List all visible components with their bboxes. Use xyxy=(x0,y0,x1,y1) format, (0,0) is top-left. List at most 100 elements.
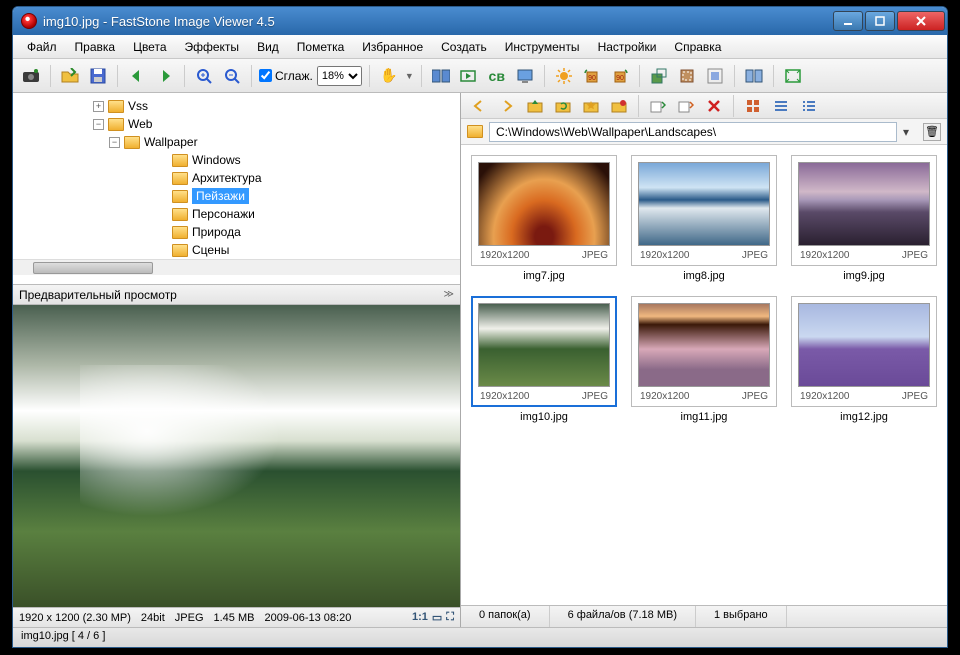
rotate-left-icon[interactable]: 90 xyxy=(580,64,604,88)
brightness-icon[interactable] xyxy=(552,64,576,88)
tree-scrollbar[interactable] xyxy=(13,259,460,275)
zoom-in-icon[interactable] xyxy=(192,64,216,88)
folder-icon xyxy=(172,208,188,221)
nav-back-icon[interactable] xyxy=(467,94,491,118)
tree-item[interactable]: −Web xyxy=(85,115,460,133)
rotate-right-icon[interactable]: 90 xyxy=(608,64,632,88)
info-dims: 1920 x 1200 (2.30 MP) xyxy=(19,612,131,624)
preview-header: Предварительный просмотр ≫ xyxy=(13,285,460,305)
slideshow-icon[interactable] xyxy=(457,64,481,88)
nav-fav-icon[interactable] xyxy=(579,94,603,118)
close-button[interactable] xyxy=(897,11,945,31)
thumb-item[interactable]: 1920x1200JPEGimg9.jpg xyxy=(789,155,939,282)
path-folder-icon xyxy=(467,125,483,138)
thumb-image xyxy=(638,303,770,387)
app-window: img10.jpg - FastStone Image Viewer 4.5 Ф… xyxy=(12,6,948,648)
nav-forward-icon[interactable] xyxy=(495,94,519,118)
nav-up-icon[interactable] xyxy=(523,94,547,118)
tree-label: Windows xyxy=(192,153,241,167)
menu-пометка[interactable]: Пометка xyxy=(289,37,353,57)
menu-создать[interactable]: Создать xyxy=(433,37,495,57)
tree-item[interactable]: Windows xyxy=(149,151,460,169)
recycle-icon[interactable]: 🗑 xyxy=(923,123,941,141)
open-icon[interactable] xyxy=(58,64,82,88)
right-status-bar: 0 папок(а) 6 файла/ов (7.18 MB) 1 выбран… xyxy=(461,605,947,627)
resize-icon[interactable] xyxy=(647,64,671,88)
thumb-item[interactable]: 1920x1200JPEGimg10.jpg xyxy=(469,296,619,423)
move-to-icon[interactable] xyxy=(674,94,698,118)
thumb-item[interactable]: 1920x1200JPEGimg12.jpg xyxy=(789,296,939,423)
thumb-item[interactable]: 1920x1200JPEGimg11.jpg xyxy=(629,296,779,423)
save-icon[interactable] xyxy=(86,64,110,88)
view-thumbs-icon[interactable] xyxy=(741,94,765,118)
tree-item[interactable]: Персонажи xyxy=(149,205,460,223)
view-details-icon[interactable] xyxy=(769,94,793,118)
tree-item[interactable]: Природа xyxy=(149,223,460,241)
nav-refresh-icon[interactable] xyxy=(551,94,575,118)
menu-избранное[interactable]: Избранное xyxy=(354,37,431,57)
menu-справка[interactable]: Справка xyxy=(666,37,729,57)
thumb-item[interactable]: 1920x1200JPEGimg8.jpg xyxy=(629,155,779,282)
folder-icon xyxy=(108,100,124,113)
screen-icon[interactable] xyxy=(513,64,537,88)
tree-item[interactable]: +Vss xyxy=(85,97,460,115)
path-input[interactable]: C:\Windows\Web\Wallpaper\Landscapes\ xyxy=(489,122,897,142)
tree-item[interactable]: Архитектура xyxy=(149,169,460,187)
page-icon[interactable]: ▭ xyxy=(432,611,442,624)
thumb-filename: img10.jpg xyxy=(520,411,568,423)
zoom-select[interactable]: 18% xyxy=(317,66,362,86)
tree-item[interactable]: Пейзажи xyxy=(149,187,460,205)
folder-icon xyxy=(172,190,188,203)
crop-icon[interactable] xyxy=(675,64,699,88)
tree-label: Природа xyxy=(192,225,241,239)
thumb-fmt: JPEG xyxy=(742,250,768,261)
nav-newfolder-icon[interactable] xyxy=(607,94,631,118)
smooth-checkbox[interactable]: Сглаж. xyxy=(259,69,313,83)
delete-icon[interactable] xyxy=(702,94,726,118)
maximize-button[interactable] xyxy=(865,11,895,31)
back-icon[interactable] xyxy=(125,64,149,88)
thumbnail-grid[interactable]: 1920x1200JPEGimg7.jpg1920x1200JPEGimg8.j… xyxy=(461,145,947,605)
tree-item[interactable]: Сцены xyxy=(149,241,460,259)
view-list-icon[interactable] xyxy=(797,94,821,118)
path-dropdown-icon[interactable]: ▾ xyxy=(903,125,917,139)
main-toolbar: Сглаж. 18% ✋ ▼ св 90 90 xyxy=(13,59,947,93)
email-icon[interactable]: св xyxy=(485,64,509,88)
folder-icon xyxy=(172,172,188,185)
forward-icon[interactable] xyxy=(153,64,177,88)
thumb-filename: img11.jpg xyxy=(681,411,728,423)
settings-icon[interactable] xyxy=(742,64,766,88)
folder-icon xyxy=(172,226,188,239)
expand-icon[interactable]: ⛶ xyxy=(446,611,454,624)
hand-icon[interactable]: ✋ xyxy=(377,64,401,88)
canvas-icon[interactable] xyxy=(703,64,727,88)
fullscreen-icon[interactable] xyxy=(781,64,805,88)
titlebar[interactable]: img10.jpg - FastStone Image Viewer 4.5 xyxy=(13,7,947,35)
menu-эффекты[interactable]: Эффекты xyxy=(177,37,248,57)
menu-вид[interactable]: Вид xyxy=(249,37,287,57)
menu-правка[interactable]: Правка xyxy=(67,37,124,57)
tree-item[interactable]: −Wallpaper xyxy=(101,133,460,151)
thumb-item[interactable]: 1920x1200JPEGimg7.jpg xyxy=(469,155,619,282)
thumb-fmt: JPEG xyxy=(742,391,768,402)
menu-цвета[interactable]: Цвета xyxy=(125,37,174,57)
thumb-res: 1920x1200 xyxy=(640,250,690,261)
preview-image[interactable] xyxy=(13,305,460,607)
menu-файл[interactable]: Файл xyxy=(19,37,65,57)
tree-label: Vss xyxy=(128,99,148,113)
collapse-icon[interactable]: ≫ xyxy=(444,289,454,300)
menu-инструменты[interactable]: Инструменты xyxy=(497,37,588,57)
copy-to-icon[interactable] xyxy=(646,94,670,118)
status-selected: 1 выбрано xyxy=(696,606,787,627)
folder-tree[interactable]: +Vss−Web−Wallpaper Windows АрхитектураПейз… xyxy=(13,93,460,285)
ratio-icon[interactable]: 1:1 xyxy=(412,611,428,624)
thumb-fmt: JPEG xyxy=(902,391,928,402)
thumb-image xyxy=(478,303,610,387)
menu-настройки[interactable]: Настройки xyxy=(590,37,665,57)
acquire-icon[interactable] xyxy=(19,64,43,88)
compare-icon[interactable] xyxy=(429,64,453,88)
tree-label: Wallpaper xyxy=(144,135,198,149)
zoom-out-icon[interactable] xyxy=(220,64,244,88)
info-date: 2009-06-13 08:20 xyxy=(264,612,351,624)
minimize-button[interactable] xyxy=(833,11,863,31)
